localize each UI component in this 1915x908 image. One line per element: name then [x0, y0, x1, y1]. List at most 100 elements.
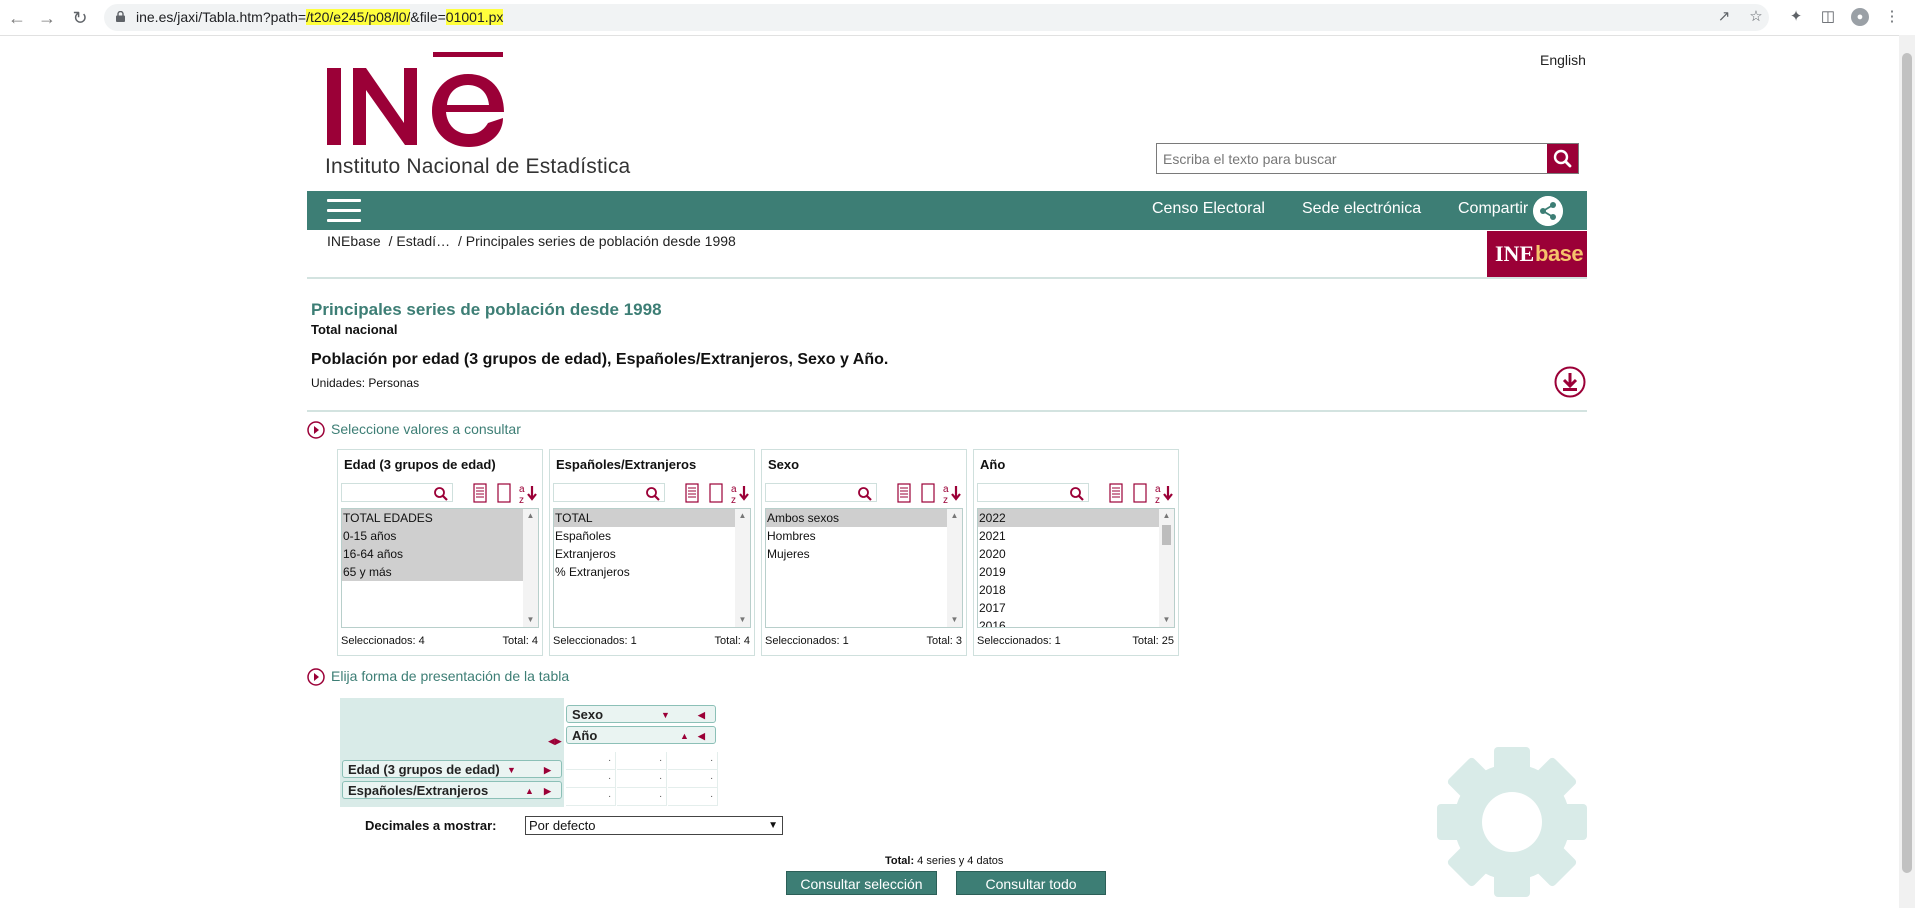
list-item[interactable]: 2018: [978, 581, 1174, 599]
list-scrollbar[interactable]: ▲ ▼: [735, 509, 750, 627]
search-icon[interactable]: [857, 486, 873, 506]
list-item[interactable]: % Extranjeros: [554, 563, 750, 581]
scroll-up-icon[interactable]: ▲: [735, 509, 750, 523]
list-scrollbar[interactable]: ▲ ▼: [947, 509, 962, 627]
variable-value-list[interactable]: Ambos sexos Hombres Mujeres ▲ ▼: [765, 508, 963, 628]
move-right-icon[interactable]: ▶: [544, 782, 551, 800]
select-all-icon[interactable]: [1107, 483, 1125, 503]
move-down-icon[interactable]: ▼: [661, 706, 670, 724]
move-up-icon[interactable]: ▲: [680, 727, 689, 745]
list-scrollbar[interactable]: ▲ ▼: [1159, 509, 1174, 627]
scroll-up-icon[interactable]: ▲: [947, 509, 962, 523]
variable-value-list[interactable]: TOTAL EDADES 0-15 años 16-64 años 65 y más ▲…: [341, 508, 539, 628]
variable-filter-input[interactable]: [553, 483, 665, 502]
column-var-label: Año: [572, 728, 598, 743]
list-item[interactable]: Españoles: [554, 527, 750, 545]
url-file-highlight: 01001.px: [445, 9, 504, 25]
scroll-down-icon[interactable]: ▼: [947, 613, 962, 627]
ine-logo[interactable]: [325, 50, 510, 150]
move-left-icon[interactable]: ◀: [698, 706, 705, 724]
section-select-values[interactable]: Seleccione valores a consultar: [307, 421, 521, 440]
search-icon[interactable]: [645, 486, 661, 506]
list-item[interactable]: 16-64 años: [342, 545, 524, 563]
scrollbar-thumb[interactable]: [1162, 525, 1171, 545]
row-var-espanoles-extranjeros[interactable]: Españoles/Extranjeros ▲ ▶: [342, 781, 562, 799]
reload-icon[interactable]: ↻: [69, 7, 91, 29]
list-item[interactable]: 2020: [978, 545, 1174, 563]
inebase-badge[interactable]: INE base: [1487, 231, 1587, 277]
move-left-icon[interactable]: ◀: [698, 727, 705, 745]
swap-axes-icon[interactable]: ◀▶: [548, 736, 562, 747]
section-table-layout[interactable]: Elija forma de presentación de la tabla: [307, 668, 569, 687]
list-item[interactable]: 65 y más: [342, 563, 524, 581]
variable-value-list[interactable]: 2022 2021 2020 2019 2018 2017 2016 ▲ ▼: [977, 508, 1175, 628]
select-all-icon[interactable]: [895, 483, 913, 503]
list-item[interactable]: 0-15 años: [342, 527, 524, 545]
variable-filter-input[interactable]: [765, 483, 877, 502]
address-bar[interactable]: ine.es/jaxi/Tabla.htm?path=/t20/e245/p08…: [104, 4, 1769, 31]
column-var-sexo[interactable]: Sexo ▼ ◀: [566, 705, 716, 723]
list-item[interactable]: 2022: [978, 509, 1160, 527]
profile-avatar-icon[interactable]: ●: [1851, 8, 1869, 26]
scrollbar-thumb[interactable]: [1902, 53, 1912, 873]
move-up-icon[interactable]: ▲: [525, 782, 534, 800]
list-item[interactable]: TOTAL EDADES: [342, 509, 524, 527]
list-item[interactable]: Hombres: [766, 527, 962, 545]
back-icon[interactable]: ←: [6, 7, 28, 29]
download-icon[interactable]: [1554, 366, 1586, 398]
search-button[interactable]: [1547, 144, 1578, 173]
select-all-icon[interactable]: [471, 483, 489, 503]
column-var-ano[interactable]: Año ▲ ◀: [566, 726, 716, 744]
list-item[interactable]: TOTAL: [554, 509, 736, 527]
deselect-all-icon[interactable]: [919, 483, 937, 503]
scroll-down-icon[interactable]: ▼: [735, 613, 750, 627]
menu-kebab-icon[interactable]: ⋮: [1883, 8, 1901, 26]
breadcrumb-inebase[interactable]: INEbase: [327, 233, 381, 249]
nav-sede-electronica[interactable]: Sede electrónica: [1302, 200, 1421, 218]
bookmark-star-icon[interactable]: ☆: [1747, 8, 1765, 26]
list-item[interactable]: Extranjeros: [554, 545, 750, 563]
variable-filter-input[interactable]: [341, 483, 453, 502]
decimals-select[interactable]: Por defecto ▼: [525, 816, 783, 835]
scroll-up-icon[interactable]: ▲: [523, 509, 538, 523]
select-all-icon[interactable]: [683, 483, 701, 503]
breadcrumb-estadistica[interactable]: / Estadí…: [389, 233, 450, 249]
list-item[interactable]: Mujeres: [766, 545, 962, 563]
sort-az-icon[interactable]: az: [730, 483, 749, 506]
page-scrollbar[interactable]: [1899, 35, 1915, 908]
hamburger-menu-icon[interactable]: [327, 199, 361, 223]
sort-az-icon[interactable]: az: [942, 483, 961, 506]
scroll-down-icon[interactable]: ▼: [1159, 613, 1174, 627]
list-item[interactable]: 2016: [978, 617, 1174, 627]
list-item[interactable]: 2017: [978, 599, 1174, 617]
deselect-all-icon[interactable]: [707, 483, 725, 503]
share-page-icon[interactable]: ↗: [1715, 8, 1733, 26]
variable-filter-input[interactable]: [977, 483, 1089, 502]
list-item[interactable]: Ambos sexos: [766, 509, 948, 527]
nav-compartir[interactable]: Compartir: [1458, 200, 1528, 218]
list-item[interactable]: 2021: [978, 527, 1174, 545]
consult-all-button[interactable]: Consultar todo: [956, 871, 1106, 895]
forward-icon[interactable]: →: [36, 7, 58, 29]
search-icon[interactable]: [433, 486, 449, 506]
row-var-edad[interactable]: Edad (3 grupos de edad) ▼ ▶: [342, 760, 562, 778]
consult-selection-button[interactable]: Consultar selección: [786, 871, 937, 895]
deselect-all-icon[interactable]: [1131, 483, 1149, 503]
variable-value-list[interactable]: TOTAL Españoles Extranjeros% Extranjeros ▲ ▼: [553, 508, 751, 628]
sort-az-icon[interactable]: az: [518, 483, 537, 506]
list-item[interactable]: 2019: [978, 563, 1174, 581]
search-input[interactable]: [1157, 144, 1553, 173]
share-icon[interactable]: [1533, 196, 1563, 226]
extensions-icon[interactable]: ✦: [1787, 8, 1805, 26]
list-scrollbar[interactable]: ▲ ▼: [523, 509, 538, 627]
deselect-all-icon[interactable]: [495, 483, 513, 503]
move-down-icon[interactable]: ▼: [507, 761, 516, 779]
language-link-english[interactable]: English: [1540, 52, 1586, 68]
search-icon[interactable]: [1069, 486, 1085, 506]
sort-az-icon[interactable]: az: [1154, 483, 1173, 506]
side-panel-icon[interactable]: ◫: [1819, 8, 1837, 26]
move-right-icon[interactable]: ▶: [544, 761, 551, 779]
scroll-down-icon[interactable]: ▼: [523, 613, 538, 627]
scroll-up-icon[interactable]: ▲: [1159, 509, 1174, 523]
nav-censo-electoral[interactable]: Censo Electoral: [1152, 200, 1265, 218]
